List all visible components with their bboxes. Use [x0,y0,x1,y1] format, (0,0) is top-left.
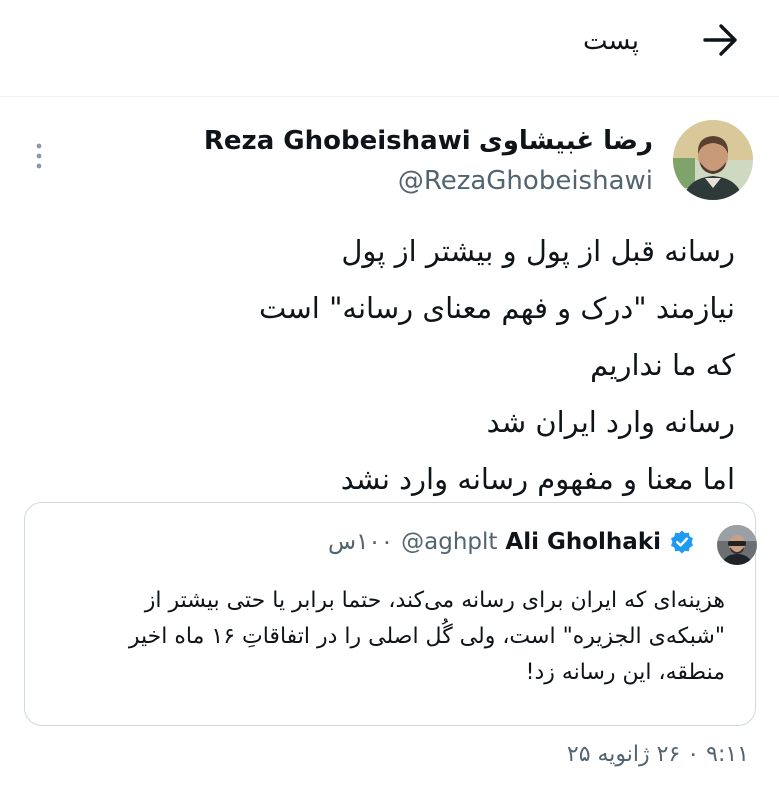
tweet-line: که ما نداریم [590,348,735,382]
author-handle[interactable]: @RezaGhobeishawi [398,166,653,196]
tweet-line: رسانه قبل از پول و بیشتر از پول [341,234,735,268]
more-options-icon[interactable] [32,138,46,174]
tweet-line: نیازمند "درک و فهم معنای رسانه" است [259,291,735,325]
top-bar: پست [0,0,779,96]
tweet-line: رسانه وارد ایران شد [486,405,735,439]
quoted-text: هزینه‌ای که ایران برای رسانه می‌کند، حتم… [45,583,725,691]
post-timestamp[interactable]: ۹:۱۱ ۰ ۲۶ ژانویه ۲۵ [567,742,749,767]
header-divider [0,96,779,97]
quoted-line: "شبکه‌ی الجزیره" است، ولی گُل اصلی را در… [128,624,725,649]
author-avatar[interactable] [673,120,753,200]
author-name-fa: رضا غبیشاوی [478,126,653,156]
quoted-author-avatar [717,525,757,565]
quoted-line: هزینه‌ای که ایران برای رسانه می‌کند، حتم… [144,588,725,613]
quoted-line: منطقه، این رسانه زد! [525,660,725,685]
quoted-header: ۱۰۰س @aghplt Ali Gholhaki [328,529,695,555]
quoted-handle: @aghplt [401,529,498,555]
author-name-en: Reza Ghobeishawi [203,126,471,156]
quoted-author-name: Ali Gholhaki [505,529,661,555]
tweet-line: اما معنا و مفهوم رسانه وارد نشد [340,462,735,496]
tweet-text: رسانه قبل از پول و بیشتر از پول نیازمند … [35,223,735,508]
back-arrow-icon[interactable] [701,22,741,58]
author-name[interactable]: Reza Ghobeishawi رضا غبیشاوی [204,126,653,156]
verified-badge-icon [669,529,695,555]
page-title: پست [583,26,639,56]
quoted-time: ۱۰۰س [327,529,394,555]
quoted-tweet[interactable]: ۱۰۰س @aghplt Ali Gholhaki هزینه‌ای که ای… [24,502,757,726]
